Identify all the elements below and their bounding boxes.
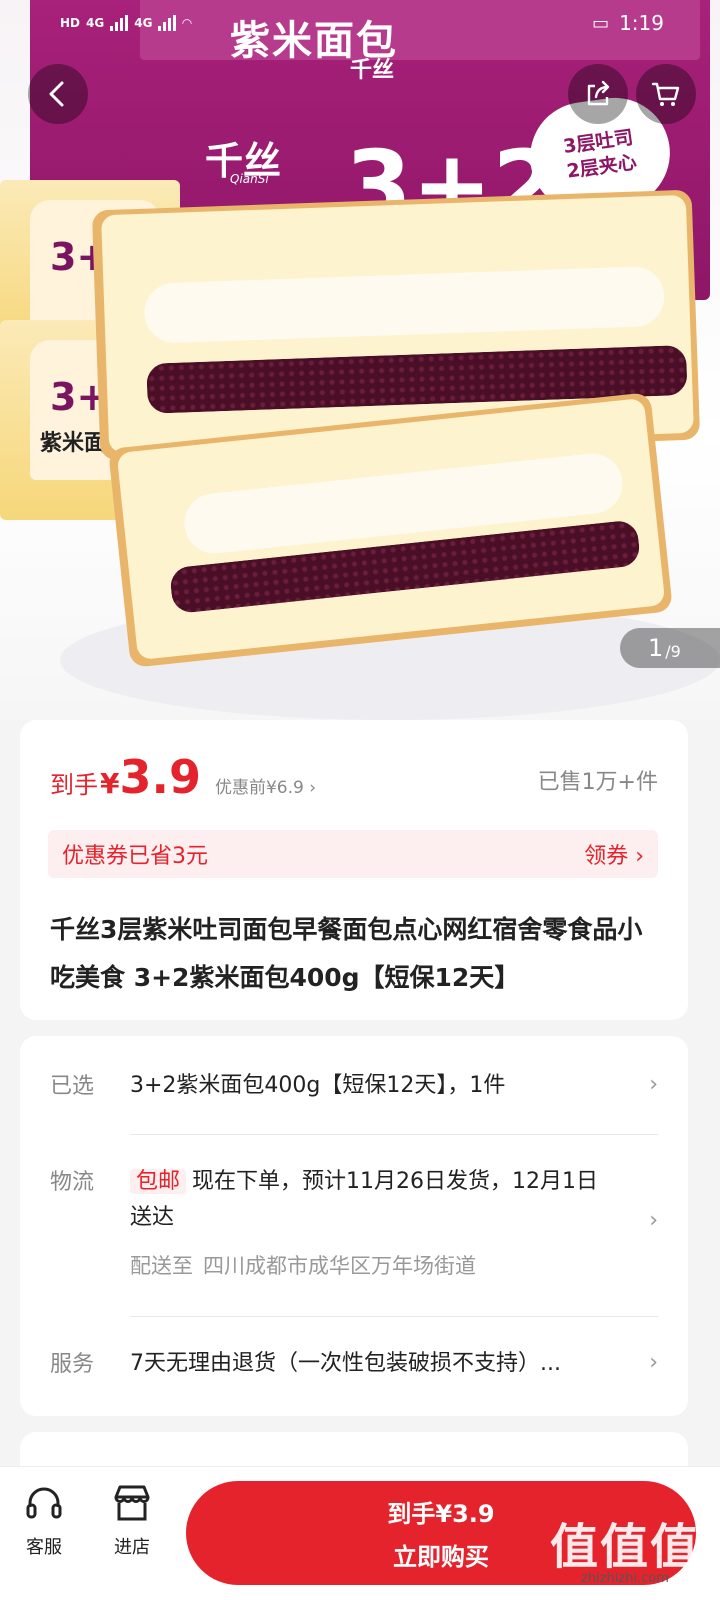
buy-label: 立即购买 — [393, 1543, 489, 1571]
service-value: 7天无理由退货（一次性包装破损不支持）... — [130, 1351, 561, 1376]
share-icon — [587, 80, 610, 106]
product-image-carousel[interactable]: 紫米面包 千丝 千丝 QianSi 3+2 3层吐司 2层夹心 3+ 3+ 紫米… — [0, 0, 720, 720]
status-left: HD 4G 4G ◠ — [60, 15, 192, 31]
chevron-right-icon: › — [649, 1350, 658, 1375]
wifi-icon: ◠ — [182, 16, 192, 30]
selected-value: 3+2紫米面包400g【短保12天】，1件 — [130, 1073, 506, 1098]
hd-icon: HD — [60, 16, 81, 30]
headset-icon — [26, 1487, 62, 1519]
logistics-line: 包邮 现在下单，预计11月26日发货，12月1日送达 — [130, 1164, 658, 1236]
image-index: 1 — [648, 634, 664, 662]
ship-to-address: 四川成都市成华区万年场街道 — [203, 1254, 476, 1278]
logistics-row[interactable]: 物流 包邮 现在下单，预计11月26日发货，12月1日送达 配送至 四川成都市成华区… — [50, 1164, 658, 1284]
signal-icon — [110, 15, 129, 31]
share-button[interactable] — [568, 64, 628, 124]
status-time: 1:19 — [619, 11, 664, 35]
free-shipping-badge: 包邮 — [130, 1169, 187, 1194]
divider — [130, 1134, 658, 1135]
logistics-text: 现在下单，预计11月26日发货，12月1日送达 — [130, 1169, 598, 1230]
store-icon — [114, 1485, 150, 1521]
original-price-link[interactable]: 优惠前¥6.9 › — [215, 773, 316, 798]
network-type: 4G — [86, 16, 105, 30]
network-type-2: 4G — [134, 16, 153, 30]
price-currency: ¥ — [100, 767, 120, 800]
divider — [130, 1316, 658, 1317]
get-coupon-button[interactable]: 领券 › — [584, 838, 644, 870]
package-logo-small: 千丝 — [350, 57, 395, 83]
customer-service-button[interactable]: 客服 — [4, 1481, 84, 1559]
battery-icon: ▭ — [592, 12, 610, 34]
price-value: 3.9 — [119, 750, 201, 804]
ship-to-label: 配送至 — [130, 1254, 193, 1278]
status-bar: HD 4G 4G ◠ ▭ 1:19 — [0, 0, 720, 46]
bottom-action-bar: 客服 进店 到手¥3.9 立即购买 值值值 zhizhizhi.com — [0, 1466, 720, 1600]
logistics-body: 包邮 现在下单，预计11月26日发货，12月1日送达 配送至 四川成都市成华区万年场… — [130, 1164, 658, 1284]
product-title: 千丝3层紫米吐司面包早餐面包点心网红宿舍零食品小吃美食 3+2紫米面包400g【… — [50, 915, 643, 992]
service-row[interactable]: 服务 7天无理由退货（一次性包装破损不支持）... › — [50, 1346, 658, 1382]
customer-service-label: 客服 — [26, 1537, 62, 1558]
sold-count: 已售1万+件 — [537, 770, 658, 795]
chevron-right-icon: › — [649, 1072, 658, 1097]
store-label: 进店 — [114, 1537, 150, 1558]
signal-icon-2 — [158, 15, 177, 31]
watermark: 值值值 zhizhizhi.com — [550, 1507, 700, 1586]
service-label: 服务 — [50, 1352, 95, 1377]
selected-spec-row[interactable]: 已选 3+2紫米面包400g【短保12天】，1件 › — [50, 1068, 658, 1104]
cart-button[interactable] — [636, 64, 696, 124]
image-total: /9 — [665, 641, 681, 661]
price-card: 到手 ¥ 3.9 优惠前¥6.9 › 已售1万+件 优惠券已省3元 领券 › 千… — [20, 720, 688, 1020]
ship-to-line: 配送至 四川成都市成华区万年场街道 — [130, 1248, 658, 1284]
cart-icon — [651, 82, 680, 106]
coupon-bar[interactable]: 优惠券已省3元 领券 › — [48, 830, 658, 878]
spec-card: 已选 3+2紫米面包400g【短保12天】，1件 › 物流 包邮 现在下单，预计1… — [20, 1036, 688, 1416]
chevron-right-icon: › — [649, 1208, 658, 1233]
coupon-text: 优惠券已省3元 — [62, 844, 208, 869]
image-counter: 1 /9 — [620, 628, 720, 668]
buy-price: 到手¥3.9 — [387, 1500, 495, 1528]
selected-label: 已选 — [50, 1074, 95, 1099]
price-prefix: 到手 — [50, 771, 98, 799]
back-icon — [49, 81, 64, 107]
watermark-logo: 值值值 — [549, 1519, 700, 1575]
logistics-label: 物流 — [50, 1170, 95, 1195]
filling-cream — [143, 265, 666, 344]
price-row: 到手 ¥ 3.9 优惠前¥6.9 › — [50, 750, 316, 804]
store-button[interactable]: 进店 — [92, 1481, 172, 1559]
brand-logo-en: QianSi — [230, 172, 269, 186]
back-button[interactable] — [28, 64, 88, 124]
status-right: ▭ 1:19 — [592, 11, 664, 35]
